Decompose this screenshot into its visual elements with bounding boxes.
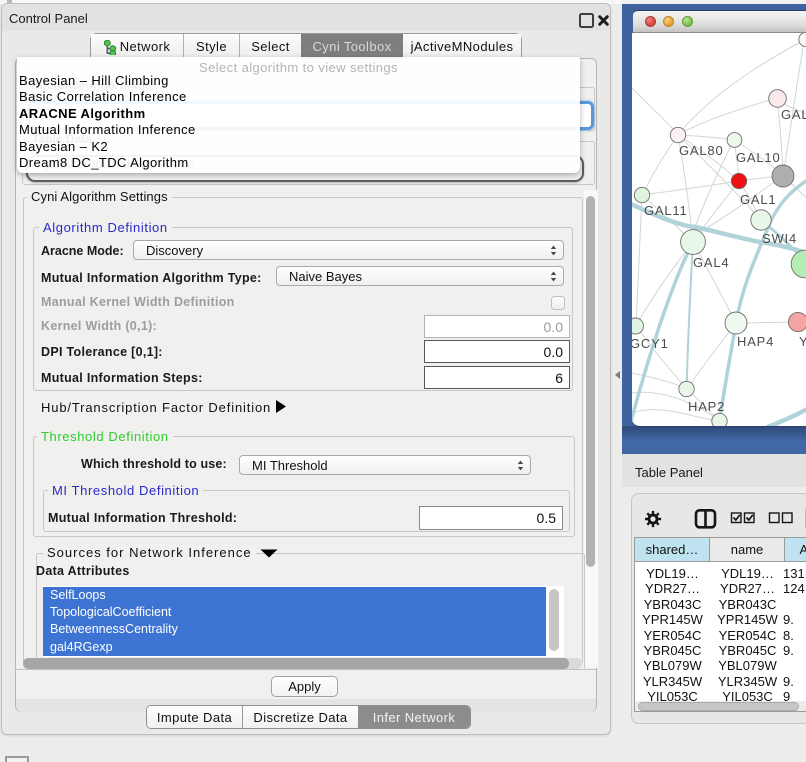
svg-text:GAL10: GAL10 bbox=[736, 150, 780, 165]
svg-text:GAL4: GAL4 bbox=[693, 255, 729, 270]
svg-text:GCY1: GCY1 bbox=[632, 336, 669, 351]
svg-text:GAL7: GAL7 bbox=[781, 107, 806, 122]
svg-text:SWI4: SWI4 bbox=[762, 231, 797, 246]
svg-text:HAP2: HAP2 bbox=[688, 399, 725, 414]
svg-text:GAL1: GAL1 bbox=[740, 192, 776, 207]
svg-text:GAL80: GAL80 bbox=[679, 143, 723, 158]
svg-text:HAP4: HAP4 bbox=[737, 334, 774, 349]
svg-text:GAL11: GAL11 bbox=[644, 203, 688, 218]
svg-text:Y: Y bbox=[799, 334, 806, 349]
